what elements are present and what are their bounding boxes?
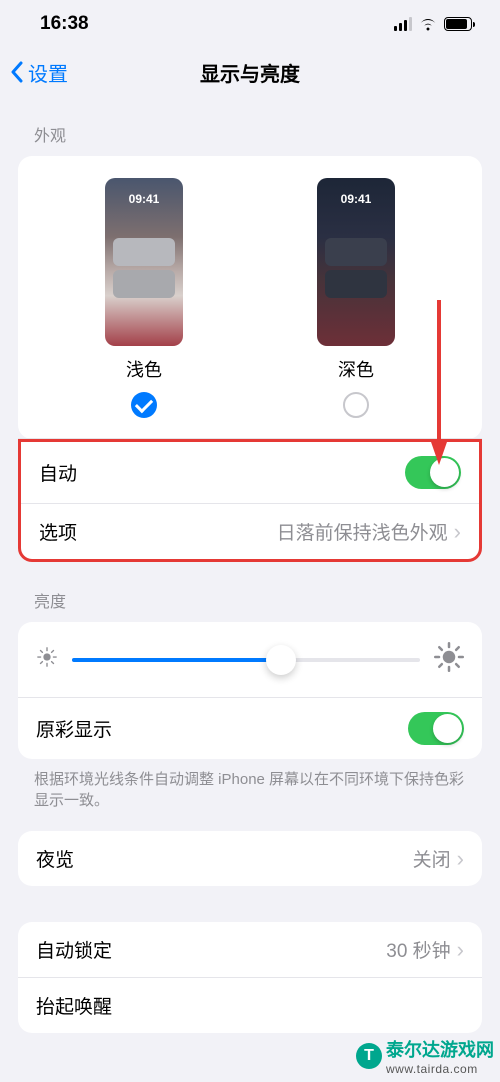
auto-label: 自动 xyxy=(39,459,77,486)
appearance-options: 09:41 浅色 09:41 深色 xyxy=(18,156,482,439)
raise-to-wake-row: 抬起唤醒 xyxy=(18,977,482,1033)
chevron-left-icon xyxy=(10,61,24,83)
preview-time: 09:41 xyxy=(105,192,183,206)
chevron-right-icon: › xyxy=(457,937,464,963)
autolock-row[interactable]: 自动锁定 30 秒钟 › xyxy=(18,922,482,977)
brightness-slider[interactable] xyxy=(72,645,420,675)
nightshift-label: 夜览 xyxy=(36,845,74,872)
truetone-footnote: 根据环境光线条件自动调整 iPhone 屏幕以在不同环境下保持色彩显示一致。 xyxy=(0,759,500,831)
appearance-light-option[interactable]: 09:41 浅色 xyxy=(105,178,183,418)
chevron-right-icon: › xyxy=(454,519,461,545)
options-row[interactable]: 选项 日落前保持浅色外观 › xyxy=(21,503,479,559)
status-icons xyxy=(394,17,472,32)
autolock-value: 30 秒钟 xyxy=(386,936,450,963)
watermark-url: www.tairda.com xyxy=(386,1062,494,1076)
status-time: 16:38 xyxy=(40,13,89,35)
section-header-brightness: 亮度 xyxy=(0,562,500,622)
light-radio[interactable] xyxy=(131,392,157,418)
cellular-signal-icon xyxy=(394,17,412,31)
page-title: 显示与亮度 xyxy=(0,58,500,87)
wifi-icon xyxy=(418,17,438,32)
appearance-dark-option[interactable]: 09:41 深色 xyxy=(317,178,395,418)
preview-time: 09:41 xyxy=(317,192,395,206)
nightshift-value: 关闭 xyxy=(413,845,451,872)
back-button[interactable]: 设置 xyxy=(10,58,68,87)
truetone-toggle[interactable] xyxy=(408,712,464,745)
dark-label: 深色 xyxy=(338,356,374,382)
truetone-row: 原彩显示 xyxy=(18,698,482,759)
auto-row: 自动 xyxy=(21,442,479,503)
raise-to-wake-label: 抬起唤醒 xyxy=(36,992,112,1019)
brightness-high-icon xyxy=(434,642,464,677)
watermark: T 泰尔达游戏网 www.tairda.com xyxy=(356,1036,494,1076)
dark-radio[interactable] xyxy=(343,392,369,418)
preview-light: 09:41 xyxy=(105,178,183,346)
brightness-card: 原彩显示 xyxy=(18,622,482,759)
nightshift-card: 夜览 关闭 › xyxy=(18,831,482,886)
nav-bar: 设置 显示与亮度 xyxy=(0,48,500,96)
autolock-card: 自动锁定 30 秒钟 › 抬起唤醒 xyxy=(18,922,482,1033)
brightness-low-icon xyxy=(36,646,58,673)
chevron-right-icon: › xyxy=(457,846,464,872)
autolock-label: 自动锁定 xyxy=(36,936,112,963)
appearance-card: 09:41 浅色 09:41 深色 xyxy=(18,156,482,439)
options-label: 选项 xyxy=(39,518,77,545)
battery-icon xyxy=(444,17,472,31)
brightness-slider-row xyxy=(18,622,482,698)
preview-dark: 09:41 xyxy=(317,178,395,346)
auto-toggle[interactable] xyxy=(405,456,461,489)
watermark-site: 泰尔达游戏网 xyxy=(386,1040,494,1060)
auto-options-card: 自动 选项 日落前保持浅色外观 › xyxy=(18,439,482,562)
truetone-label: 原彩显示 xyxy=(36,715,112,742)
options-value: 日落前保持浅色外观 xyxy=(277,518,448,545)
status-bar: 16:38 xyxy=(0,0,500,48)
light-label: 浅色 xyxy=(126,356,162,382)
back-label: 设置 xyxy=(28,58,68,87)
section-header-appearance: 外观 xyxy=(0,96,500,156)
nightshift-row[interactable]: 夜览 关闭 › xyxy=(18,831,482,886)
watermark-logo-icon: T xyxy=(356,1043,382,1069)
